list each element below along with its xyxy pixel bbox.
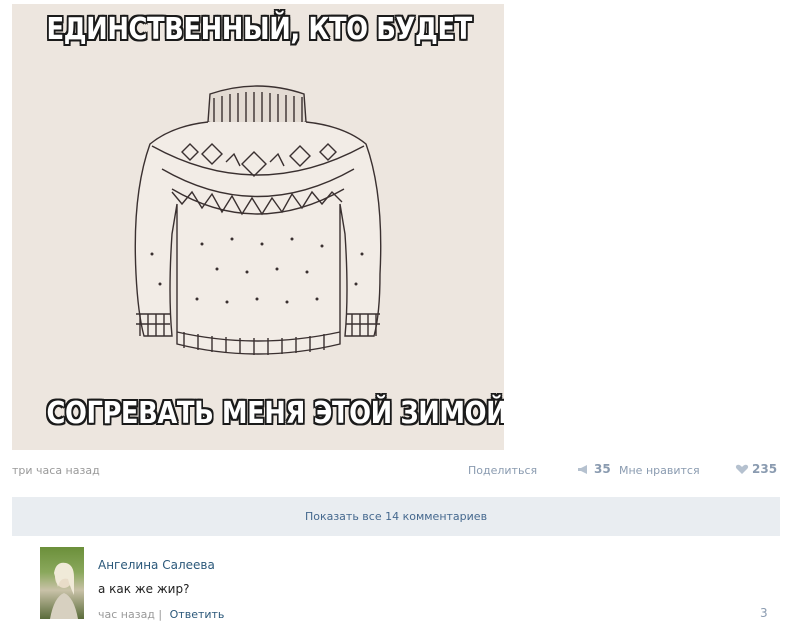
comment-text: а как же жир? xyxy=(98,582,190,596)
heart-icon[interactable] xyxy=(735,464,749,475)
reply-button[interactable]: Ответить xyxy=(170,608,225,621)
post-meta-row: три часа назад Поделиться 35 Мне нравитс… xyxy=(12,460,782,480)
post-image[interactable]: ЕДИНСТВЕННЫЙ, КТО БУДЕТ СОГРЕВАТЬ МЕНЯ Э… xyxy=(12,4,504,450)
sweater-illustration xyxy=(134,85,382,355)
like-count: 235 xyxy=(752,462,778,476)
meme-caption-bottom: СОГРЕВАТЬ МЕНЯ ЭТОЙ ЗИМОЙ xyxy=(46,396,504,431)
comment-footer: час назад | Ответить xyxy=(98,608,224,621)
avatar[interactable] xyxy=(40,547,84,619)
share-button[interactable]: Поделиться xyxy=(468,464,537,477)
show-all-comments-button[interactable]: Показать все 14 комментариев xyxy=(12,497,780,536)
comment-author[interactable]: Ангелина Салеева xyxy=(98,558,215,572)
avatar-photo xyxy=(50,562,78,619)
meme-caption-top: ЕДИНСТВЕННЫЙ, КТО БУДЕТ xyxy=(46,12,472,47)
comment-like-count[interactable]: 3 xyxy=(760,606,768,620)
megaphone-icon[interactable] xyxy=(577,464,591,475)
comment-time[interactable]: час назад xyxy=(98,608,155,621)
like-button[interactable]: Мне нравится xyxy=(619,464,700,477)
comment-separator: | xyxy=(158,608,163,621)
share-count: 35 xyxy=(594,462,611,476)
comment-like-count-value: 3 xyxy=(760,606,768,620)
post-time[interactable]: три часа назад xyxy=(12,464,100,477)
